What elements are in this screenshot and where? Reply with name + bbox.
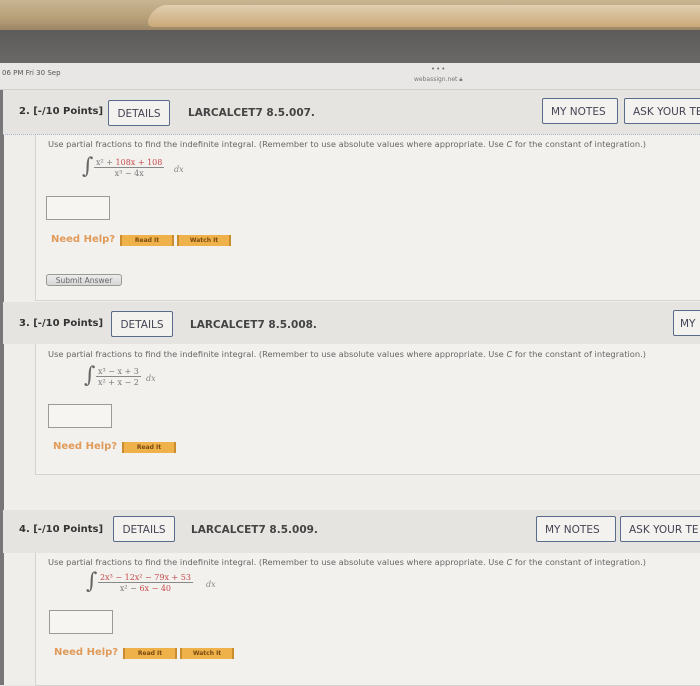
screen-bezel bbox=[0, 30, 700, 63]
integral-sign: ∫ bbox=[86, 569, 98, 594]
question-3-header: 3. [-/10 Points] DETAILS LARCALCET7 8.5.… bbox=[3, 302, 700, 344]
prompt-text: Use partial fractions to find the indefi… bbox=[48, 139, 507, 149]
denominator: x³ − 4x bbox=[114, 169, 144, 178]
fraction: x² + 108x + 108 x³ − 4x bbox=[94, 158, 165, 178]
question-2-ask-teacher-button[interactable]: ASK YOUR TE bbox=[624, 98, 700, 124]
question-2-title: 2. [-/10 Points] bbox=[19, 106, 104, 117]
question-4-watch-it-button[interactable]: Watch It bbox=[180, 648, 234, 659]
question-2-body: Use partial fractions to find the indefi… bbox=[35, 135, 700, 301]
question-2-details-button[interactable]: DETAILS bbox=[108, 100, 170, 126]
question-3-need-help: Need Help? bbox=[53, 441, 118, 452]
dx: dx bbox=[206, 580, 216, 589]
question-2-submit-button[interactable]: Submit Answer bbox=[46, 274, 122, 286]
more-dots-icon[interactable]: ••• bbox=[431, 65, 446, 73]
numerator-rest: 108x + 108 bbox=[115, 158, 163, 167]
question-4-prompt: Use partial fractions to find the indefi… bbox=[48, 557, 646, 567]
fraction: 2x³ − 12x² − 79x + 53 x² − 6x − 40 bbox=[98, 573, 193, 593]
stylus bbox=[143, 5, 700, 27]
question-2-read-it-button[interactable]: Read It bbox=[120, 235, 174, 246]
denominator-lead: x² − bbox=[119, 584, 140, 593]
prompt-text: Use partial fractions to find the indefi… bbox=[48, 557, 507, 567]
prompt-text-end: for the constant of integration.) bbox=[512, 557, 646, 567]
address-url[interactable]: webassign.net 🔒︎ bbox=[414, 76, 463, 84]
question-4-my-notes-button[interactable]: MY NOTES bbox=[536, 516, 616, 542]
prompt-text-end: for the constant of integration.) bbox=[512, 349, 646, 359]
status-bar: 06 PM Fri 30 Sep ••• webassign.net 🔒︎ bbox=[0, 63, 700, 90]
status-time: 06 PM Fri 30 Sep bbox=[2, 69, 61, 77]
question-4-ask-teacher-button[interactable]: ASK YOUR TE bbox=[620, 516, 700, 542]
question-4-need-help: Need Help? bbox=[54, 647, 119, 658]
question-3-my-notes-button[interactable]: MY bbox=[673, 310, 700, 336]
prompt-text-end: for the constant of integration.) bbox=[512, 139, 646, 149]
question-2-code: LARCALCET7 8.5.007. bbox=[188, 107, 315, 119]
question-3-prompt: Use partial fractions to find the indefi… bbox=[48, 349, 646, 359]
question-3-details-button[interactable]: DETAILS bbox=[111, 311, 173, 337]
question-4-code: LARCALCET7 8.5.009. bbox=[191, 524, 318, 536]
lock-icon: 🔒︎ bbox=[459, 76, 463, 83]
numerator: 2x³ − 12x² − 79x + 53 bbox=[98, 573, 193, 583]
question-3-body: Use partial fractions to find the indefi… bbox=[35, 344, 700, 475]
question-3-code: LARCALCET7 8.5.008. bbox=[190, 319, 317, 331]
question-2-prompt: Use partial fractions to find the indefi… bbox=[48, 139, 646, 149]
denominator: x² + x − 2 bbox=[98, 378, 139, 387]
question-2-my-notes-button[interactable]: MY NOTES bbox=[542, 98, 618, 124]
numerator: x³ − x + 3 bbox=[96, 367, 141, 377]
url-text: webassign.net bbox=[414, 76, 458, 83]
denominator: x² − 6x − 40 bbox=[98, 583, 193, 593]
question-4-body: Use partial fractions to find the indefi… bbox=[35, 553, 700, 686]
integral-sign: ∫ bbox=[82, 154, 94, 179]
numerator-lead: x² + bbox=[96, 158, 116, 167]
question-4-read-it-button[interactable]: Read It bbox=[123, 648, 177, 659]
question-2-need-help: Need Help? bbox=[51, 234, 116, 245]
dx: dx bbox=[174, 165, 184, 174]
question-4-details-button[interactable]: DETAILS bbox=[113, 516, 175, 542]
question-3-read-it-button[interactable]: Read It bbox=[122, 442, 176, 453]
question-3-title: 3. [-/10 Points] bbox=[19, 318, 104, 329]
device-bezel bbox=[0, 0, 700, 30]
question-2-header: 2. [-/10 Points] DETAILS LARCALCET7 8.5.… bbox=[3, 90, 700, 134]
integral-sign: ∫ bbox=[84, 363, 96, 388]
numerator: x² + 108x + 108 bbox=[94, 158, 165, 168]
question-4-title: 4. [-/10 Points] bbox=[19, 524, 104, 535]
question-3-answer-input[interactable] bbox=[48, 404, 112, 428]
question-4-header: 4. [-/10 Points] DETAILS LARCALCET7 8.5.… bbox=[3, 510, 700, 553]
question-2-answer-input[interactable] bbox=[46, 196, 110, 220]
denominator-rest: 6x − 40 bbox=[139, 584, 172, 593]
dx: dx bbox=[146, 374, 156, 383]
question-4-answer-input[interactable] bbox=[49, 610, 113, 634]
left-edge bbox=[0, 90, 4, 685]
prompt-text: Use partial fractions to find the indefi… bbox=[48, 349, 507, 359]
fraction: x³ − x + 3 x² + x − 2 bbox=[96, 367, 141, 387]
question-2-watch-it-button[interactable]: Watch It bbox=[177, 235, 231, 246]
